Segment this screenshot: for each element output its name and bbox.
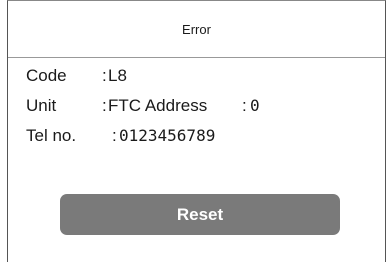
code-separator: : [102,66,107,85]
unit-value: FTC Address [108,96,208,115]
tel-label: Tel no. [26,126,77,145]
tel-separator: : [112,126,117,145]
address-value: 0 [250,96,260,115]
reset-button[interactable]: Reset [60,194,340,235]
dialog-title: Error [8,1,385,58]
tel-value: 0123456789 [119,126,216,145]
error-dialog: Error Code : L8 Unit : FTC Address : 0 T… [7,0,386,262]
code-label: Code [26,66,67,85]
unit-separator: : [102,96,107,115]
unit-label: Unit [26,96,57,115]
code-value: L8 [108,66,127,85]
address-separator: : [242,96,247,115]
